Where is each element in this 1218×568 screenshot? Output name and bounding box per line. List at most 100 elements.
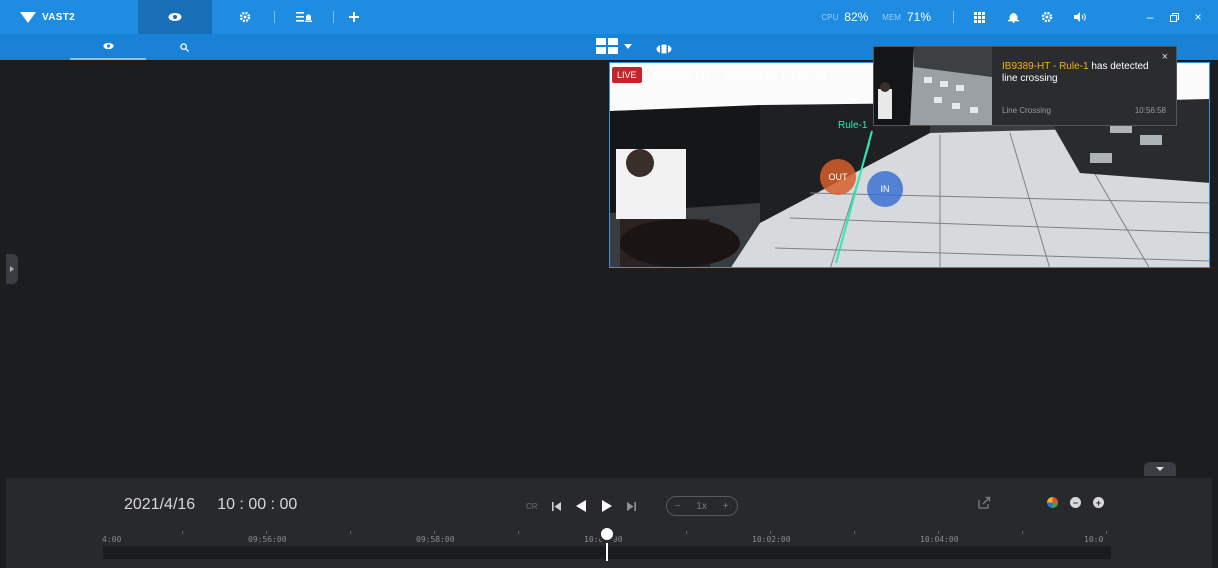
close-button[interactable]: × bbox=[1186, 10, 1210, 24]
fisheye-button[interactable] bbox=[656, 41, 672, 59]
app-brand: VAST2 bbox=[0, 11, 138, 23]
speed-control: − 1x + bbox=[665, 496, 738, 516]
plus-icon bbox=[349, 12, 359, 22]
notification-time: 10:56:58 bbox=[1134, 106, 1166, 115]
zoom-out-button[interactable]: − bbox=[1070, 497, 1081, 508]
reverse-play-button[interactable] bbox=[575, 500, 587, 512]
minus-icon: − bbox=[1072, 497, 1079, 508]
timeline-minor-tick bbox=[350, 531, 351, 534]
timeline-minor-tick bbox=[182, 531, 183, 534]
next-event-button[interactable] bbox=[626, 501, 636, 511]
subtab-live[interactable] bbox=[70, 34, 146, 60]
timeline-minor-tick bbox=[854, 531, 855, 534]
snapshot-image bbox=[874, 47, 992, 125]
fisheye-icon bbox=[656, 44, 672, 54]
speed-value: 1x bbox=[696, 500, 707, 512]
layout-2x2-icon bbox=[596, 38, 618, 54]
notification-meta: Line Crossing 10:56:58 bbox=[1002, 106, 1166, 115]
notification-close-button[interactable]: × bbox=[1162, 51, 1168, 63]
reverse-play-icon bbox=[575, 500, 586, 512]
playback-date[interactable]: 2021/4/16 bbox=[124, 496, 195, 514]
expand-sidebar-button[interactable] bbox=[6, 254, 18, 284]
video-timestamp: 2021/4/16 10:57:34 bbox=[723, 68, 827, 82]
export-button[interactable] bbox=[978, 496, 991, 509]
color-wheel-icon bbox=[1047, 497, 1058, 508]
timeline-cursor-handle[interactable] bbox=[598, 525, 616, 543]
restore-icon bbox=[1169, 12, 1179, 22]
timeline-minor-tick bbox=[434, 531, 435, 534]
collapse-playback-button[interactable] bbox=[1144, 462, 1176, 476]
app-name: VAST2 bbox=[42, 11, 75, 23]
play-button[interactable] bbox=[601, 500, 613, 512]
notification-dash: - bbox=[1050, 61, 1060, 72]
notification-body: IB9389-HT - Rule-1 has detected line cro… bbox=[992, 47, 1176, 125]
stat-separator bbox=[953, 11, 954, 23]
notification-message: IB9389-HT - Rule-1 has detected line cro… bbox=[1002, 61, 1166, 85]
timeline-label: 09:56:00 bbox=[248, 535, 287, 544]
timeline-minor-tick bbox=[1106, 531, 1107, 534]
timeline-minor-tick bbox=[770, 531, 771, 534]
notification-button[interactable] bbox=[996, 11, 1030, 23]
playback-controls: CR − 1x + bbox=[526, 496, 738, 516]
gear-icon bbox=[239, 11, 251, 23]
timeline-minor-tick bbox=[1022, 531, 1023, 534]
search-icon bbox=[179, 42, 189, 52]
minimize-icon: – bbox=[1146, 10, 1154, 24]
zoom-in-button[interactable]: + bbox=[1093, 497, 1104, 508]
live-badge: LIVE bbox=[612, 67, 642, 83]
layout-selector[interactable] bbox=[596, 38, 632, 54]
restore-button[interactable] bbox=[1162, 12, 1186, 22]
color-legend-button[interactable] bbox=[1047, 497, 1058, 508]
tab-alarm[interactable] bbox=[283, 0, 325, 34]
event-notification[interactable]: IB9389-HT - Rule-1 has detected line cro… bbox=[873, 46, 1177, 126]
speed-decrease-button[interactable]: − bbox=[675, 501, 681, 512]
rule-label: Rule-1 bbox=[838, 120, 868, 131]
timeline-label: 4:00 bbox=[102, 535, 122, 544]
eye-icon bbox=[102, 42, 114, 50]
volume-button[interactable] bbox=[1064, 12, 1098, 22]
plus-icon: + bbox=[1095, 497, 1102, 508]
mem-label: MEM bbox=[882, 12, 901, 22]
sync-button[interactable]: CR bbox=[526, 502, 538, 511]
timeline-minor-tick bbox=[518, 531, 519, 534]
system-settings-button[interactable] bbox=[1030, 11, 1064, 23]
minimize-button[interactable]: – bbox=[1138, 10, 1162, 24]
video-osd: LIVE IB9389-HT 2021/4/16 10:57:34 bbox=[612, 67, 827, 83]
bell-icon bbox=[1007, 13, 1019, 23]
close-icon: × bbox=[1194, 10, 1202, 24]
direction-in-marker: IN bbox=[867, 171, 903, 207]
previous-event-button[interactable] bbox=[551, 501, 561, 511]
subtab-search[interactable] bbox=[146, 34, 222, 60]
timeline-label: 10:04:00 bbox=[920, 535, 959, 544]
cpu-label: CPU bbox=[821, 12, 839, 22]
chevron-down-icon bbox=[624, 43, 632, 49]
playback-right-controls: − + bbox=[978, 496, 1104, 509]
play-icon bbox=[601, 500, 612, 512]
timeline-minor-tick bbox=[938, 531, 939, 534]
tab-add[interactable] bbox=[342, 0, 366, 34]
gear-icon bbox=[1041, 11, 1053, 23]
layout-grid-button[interactable] bbox=[962, 11, 996, 23]
camera-name: IB9389-HT bbox=[653, 68, 712, 82]
event-thumbnail[interactable] bbox=[874, 47, 992, 125]
notification-event-type: Line Crossing bbox=[1002, 106, 1051, 115]
timeline-label: 09:58:00 bbox=[416, 535, 455, 544]
skip-back-icon bbox=[551, 501, 561, 511]
timeline-minor-tick bbox=[266, 531, 267, 534]
tab-liveview[interactable] bbox=[138, 0, 212, 34]
timeline-label: 10:0 bbox=[1084, 535, 1104, 544]
speed-increase-button[interactable]: + bbox=[723, 501, 729, 512]
timeline[interactable]: 4:00 09:56:00 09:58:00 10:00:00 10:02:00… bbox=[98, 525, 1111, 561]
title-bar-right: CPU 82% MEM 71% – × bbox=[821, 0, 1218, 34]
timeline-minor-tick bbox=[686, 531, 687, 534]
notification-camera: IB9389-HT bbox=[1002, 61, 1051, 72]
vast-logo-icon bbox=[20, 11, 36, 23]
alarm-list-icon bbox=[296, 12, 312, 22]
direction-out-marker: OUT bbox=[820, 159, 856, 195]
grid-icon bbox=[973, 11, 985, 23]
playback-time[interactable]: 10 : 00 : 00 bbox=[217, 496, 297, 514]
tab-separator bbox=[274, 11, 275, 23]
title-bar: VAST2 CPU 82% MEM 71% – × bbox=[0, 0, 1218, 34]
export-icon bbox=[978, 496, 991, 509]
tab-settings[interactable] bbox=[224, 0, 266, 34]
